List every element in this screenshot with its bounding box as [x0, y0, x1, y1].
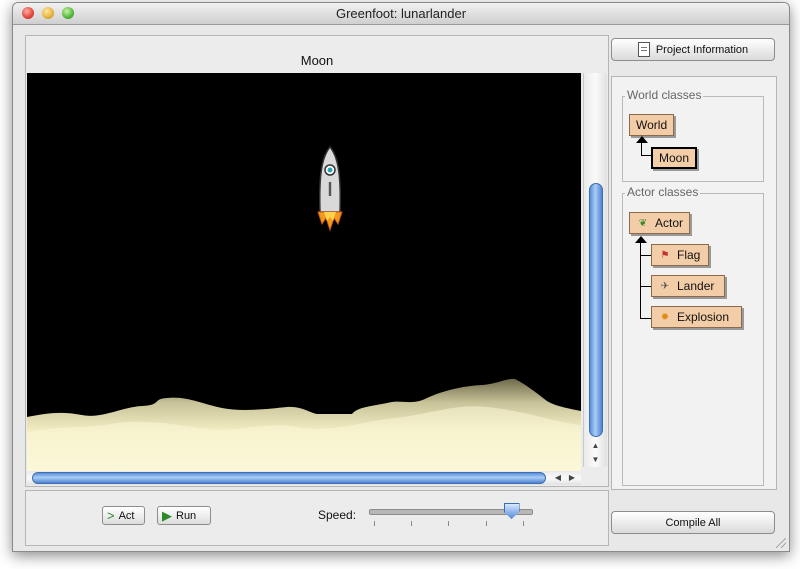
scroll-right-arrow[interactable]: ▶ [565, 471, 579, 485]
act-icon: > [107, 507, 115, 523]
world-horizontal-scrollbar[interactable]: ◀ ▶ [27, 471, 581, 485]
inheritance-line [640, 286, 651, 287]
horizontal-scroll-thumb[interactable] [32, 472, 546, 484]
project-information-button[interactable]: Project Information [611, 38, 775, 61]
class-actor-label: Actor [655, 216, 684, 230]
class-diagram-panel: World classes World Moon Actor classes ❦… [611, 76, 777, 490]
slider-tick [486, 521, 487, 526]
world-vertical-scrollbar[interactable]: ▲ ▼ [583, 73, 607, 467]
class-flag[interactable]: ⚑ Flag [651, 244, 709, 266]
actor-classes-title: Actor classes [625, 185, 701, 199]
title-bar: Greenfoot: lunarlander [13, 3, 789, 25]
project-information-label: Project Information [655, 43, 749, 56]
world-canvas[interactable] [27, 73, 581, 475]
scroll-down-arrow[interactable]: ▼ [584, 453, 607, 467]
compile-all-label: Compile All [665, 516, 721, 529]
lander-sprite[interactable] [317, 145, 343, 232]
inheritance-arrow-icon [636, 136, 648, 143]
act-button[interactable]: > Act [102, 506, 145, 525]
speed-slider-thumb[interactable] [503, 503, 520, 519]
world-classes-group: World classes World Moon [622, 88, 764, 182]
run-label: Run [176, 509, 197, 522]
act-label: Act [118, 509, 135, 522]
class-flag-label: Flag [677, 248, 701, 262]
world-panel: Moon ▲ ▼ ◀ ▶ [25, 35, 609, 487]
class-moon-label: Moon [659, 151, 690, 165]
world-classes-title: World classes [625, 88, 704, 102]
class-lander[interactable]: ✈ Lander [651, 275, 725, 297]
inheritance-arrow-icon [635, 236, 647, 243]
inheritance-line [641, 155, 651, 156]
scroll-left-arrow[interactable]: ◀ [551, 471, 565, 485]
moon-scene [27, 145, 581, 475]
scroll-up-arrow[interactable]: ▲ [584, 439, 607, 453]
class-actor[interactable]: ❦ Actor [629, 212, 691, 234]
slider-tick [411, 521, 412, 526]
class-explosion[interactable]: ✹ Explosion [651, 306, 742, 328]
inheritance-line [640, 255, 651, 256]
slider-tick [374, 521, 375, 526]
slider-tick [523, 521, 524, 526]
window-title: Greenfoot: lunarlander [335, 6, 467, 21]
lander-icon: ✈ [660, 280, 670, 292]
run-button[interactable]: ▶ Run [157, 506, 211, 525]
inheritance-line [640, 242, 641, 319]
actor-classes-group: Actor classes ❦ Actor ⚑ Flag ✈ Lander ✹ … [622, 185, 764, 486]
class-world[interactable]: World [629, 114, 675, 136]
world-name: Moon [300, 53, 334, 68]
flag-icon: ⚑ [660, 249, 670, 261]
inheritance-line [640, 318, 651, 319]
compile-all-button[interactable]: Compile All [611, 511, 775, 534]
play-icon: ▶ [162, 507, 172, 523]
vertical-scroll-thumb[interactable] [589, 183, 603, 437]
class-explosion-label: Explosion [677, 310, 730, 324]
resize-grip-icon[interactable] [776, 538, 786, 548]
class-lander-label: Lander [677, 279, 715, 293]
slider-tick [448, 521, 449, 526]
speed-label: Speed: [318, 508, 357, 522]
execution-controls: > Act ▶ Run Speed: [25, 490, 609, 546]
class-moon[interactable]: Moon [651, 147, 698, 169]
document-icon [637, 42, 650, 57]
explosion-icon: ✹ [660, 311, 670, 323]
actor-icon: ❦ [638, 217, 648, 229]
class-world-label: World [636, 118, 668, 132]
greenfoot-window: Greenfoot: lunarlander Moon ▲ ▼ ◀ ▶ > Ac… [12, 2, 790, 552]
